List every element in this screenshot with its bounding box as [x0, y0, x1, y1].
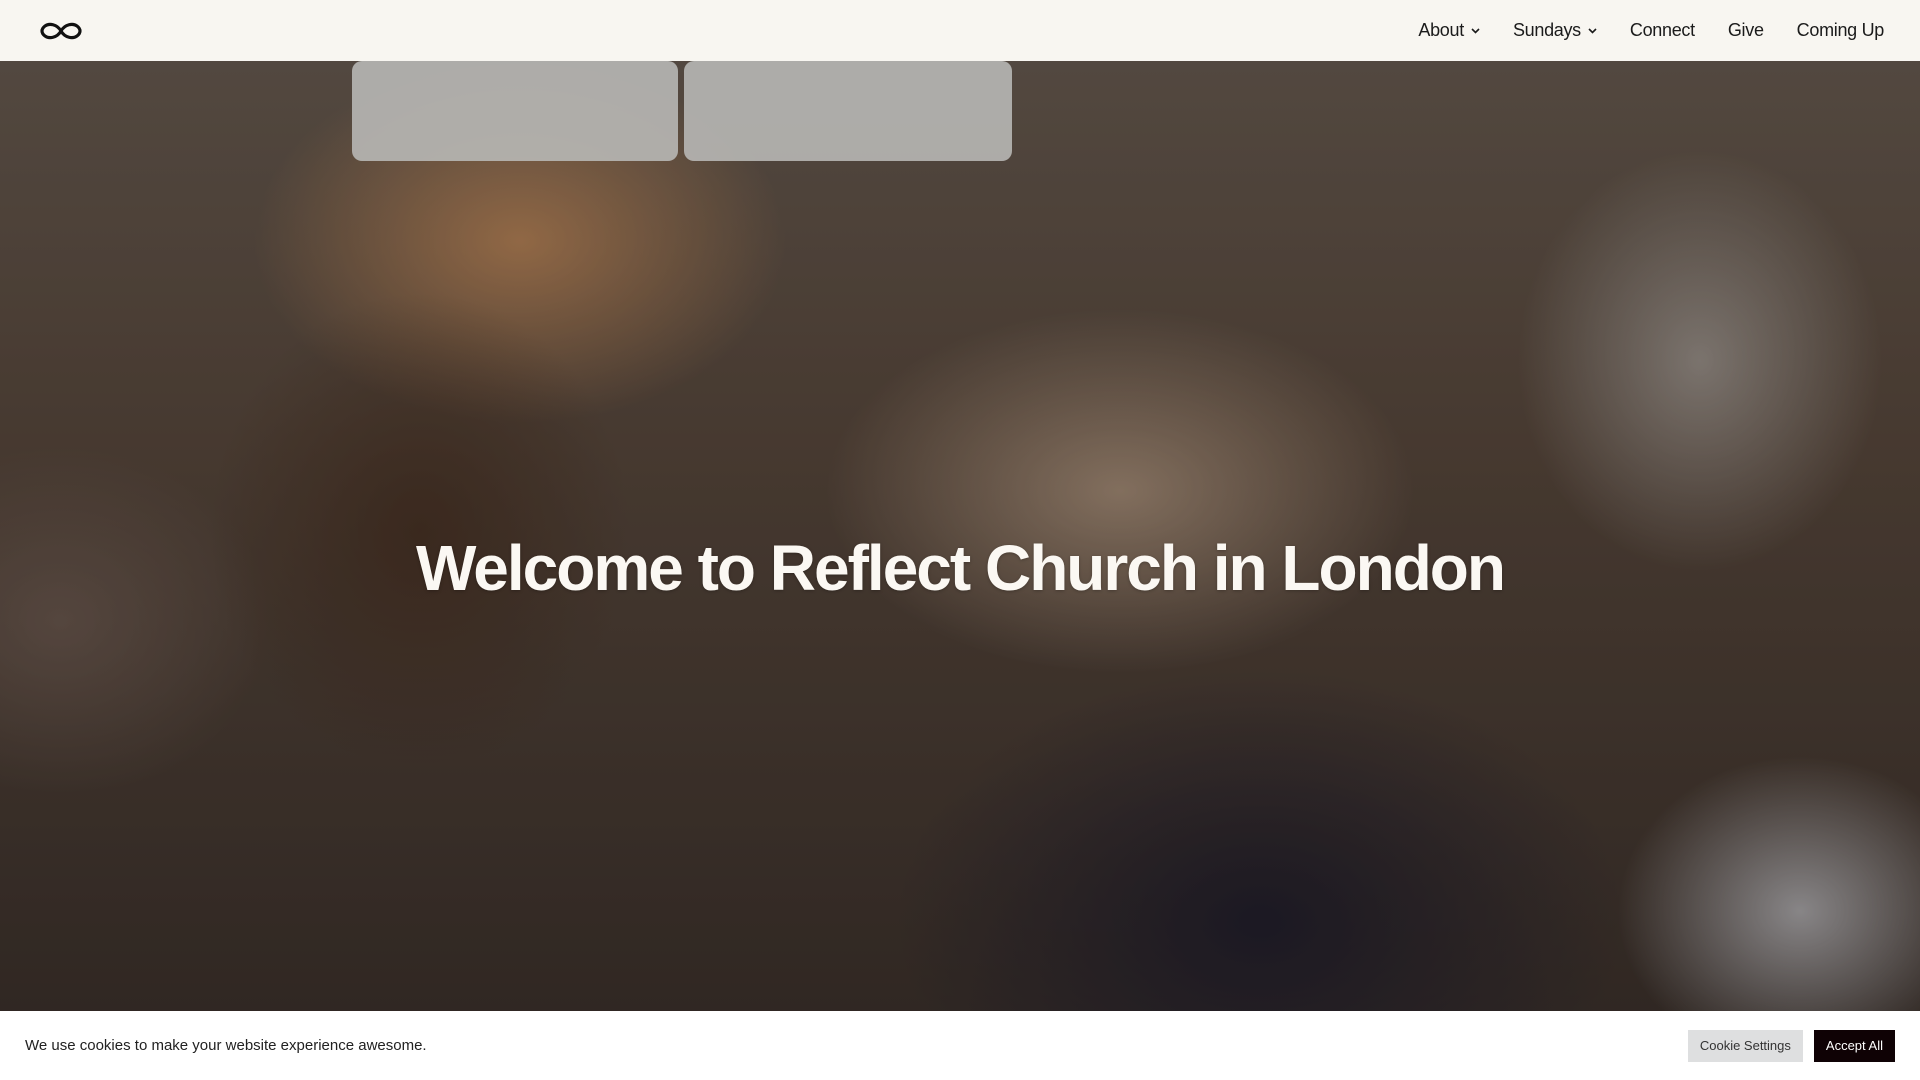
- nav-item-label: About: [1418, 20, 1464, 40]
- hero-title: Welcome to Reflect Church in London: [416, 532, 1506, 604]
- nav-item-connect[interactable]: Connect: [1630, 20, 1695, 41]
- site-header: About Sundays Connect Give Coming Up: [0, 0, 1920, 61]
- nav-item-label: Connect: [1629, 20, 1695, 40]
- main-nav: About Sundays Connect Give Coming Up: [1385, 20, 1884, 41]
- infinity-logo-icon[interactable]: [37, 19, 85, 43]
- nav-item-about[interactable]: About: [1418, 20, 1480, 41]
- cookie-actions: Cookie Settings Accept All: [1687, 1029, 1895, 1062]
- accept-all-button[interactable]: Accept All: [1813, 1029, 1895, 1062]
- cookie-settings-button[interactable]: Cookie Settings: [1687, 1029, 1803, 1062]
- nav-item-sundays[interactable]: Sundays: [1513, 20, 1597, 41]
- cookie-message: We use cookies to make your website expe…: [25, 1037, 427, 1054]
- chevron-down-icon: [1471, 27, 1480, 34]
- cookie-consent-bar: We use cookies to make your website expe…: [0, 1011, 1920, 1080]
- chevron-down-icon: [1588, 27, 1597, 34]
- nav-item-give[interactable]: Give: [1728, 20, 1764, 41]
- nav-item-coming-up[interactable]: Coming Up: [1796, 20, 1885, 41]
- hero-banner: Welcome to Reflect Church in London: [0, 61, 1920, 1011]
- nav-item-label: Give: [1727, 20, 1764, 40]
- nav-item-label: Sundays: [1512, 20, 1581, 40]
- nav-item-label: Coming Up: [1796, 20, 1885, 40]
